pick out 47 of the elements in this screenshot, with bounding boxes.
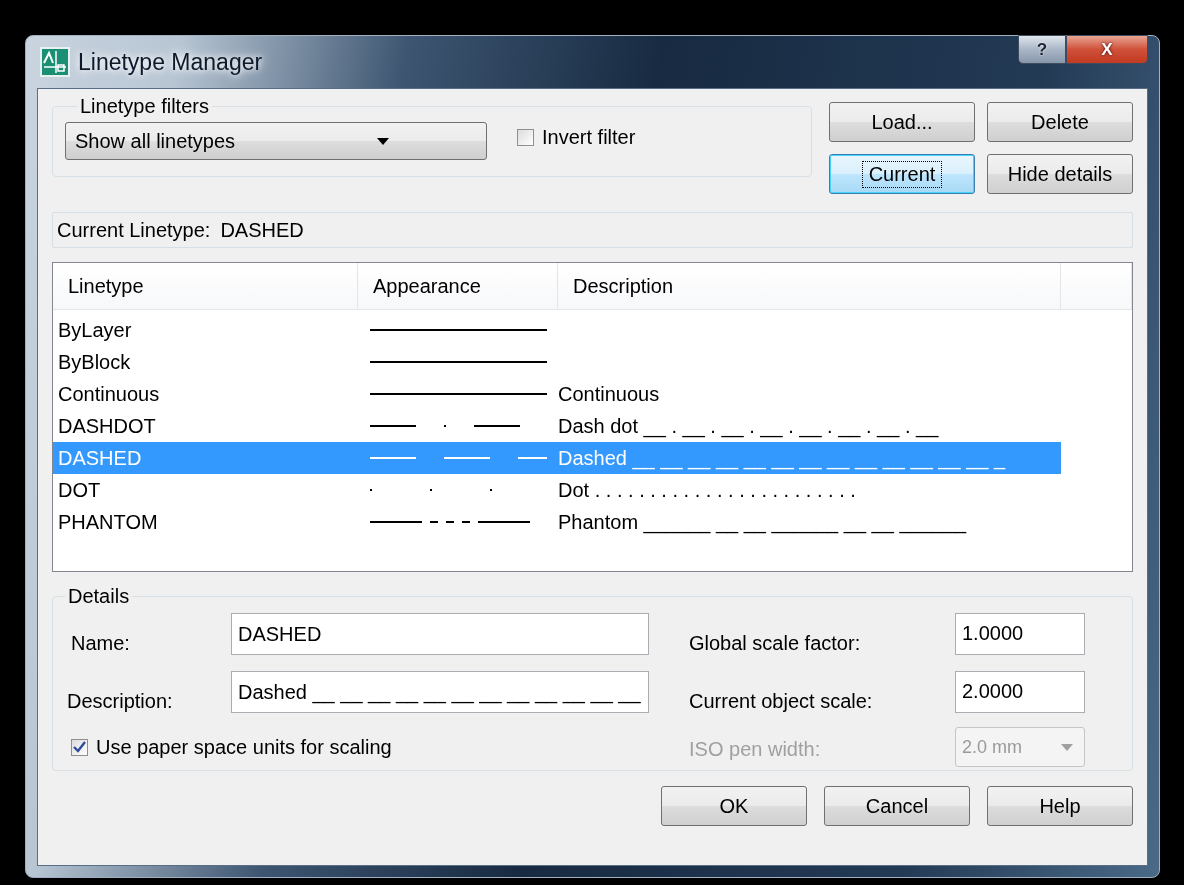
linetype-description: Dashed __ __ __ __ __ __ __ __ __ __ __ __ __ _ (558, 446, 1007, 470)
linetype-name: DASHDOT (57, 414, 157, 438)
column-header[interactable]: Appearance (358, 263, 558, 309)
linetype-description: Dot . . . . . . . . . . . . . . . . . . . . . . . . (558, 478, 857, 502)
linetype-name: PHANTOM (57, 510, 159, 534)
name-label: Name: (71, 632, 131, 655)
global-scale-label: Global scale factor: (689, 632, 862, 655)
pen-width-label: ISO pen width: (689, 737, 822, 761)
dialog-button[interactable]: Hide details (987, 154, 1133, 194)
linetype-row[interactable]: ByBlock (53, 346, 1061, 378)
linetype-name: ByLayer (57, 318, 133, 342)
dialog-button[interactable]: Cancel (824, 786, 970, 826)
linetype-row[interactable]: DASHDOT Dash dot __ . __ . __ . __ . __ . __ . __ . __ (53, 410, 1061, 442)
close-button[interactable]: X (1066, 35, 1148, 64)
linetype-description: Continuous (558, 382, 661, 406)
linetype-name: Continuous (57, 382, 161, 406)
description-field[interactable]: Dashed __ __ __ __ __ __ __ __ __ __ __ __ (231, 671, 649, 713)
dialog-button[interactable]: OK (661, 786, 807, 826)
linetype-description: Dash dot __ . __ . __ . __ . __ . __ . __ . __ (558, 414, 940, 438)
linetype-description: Phantom ______ __ __ ______ __ __ ______ (558, 510, 968, 534)
group-label: Linetype filters (79, 95, 210, 118)
checkbox-label: Invert filter (542, 126, 636, 149)
current-linetype-label: Current Linetype: (57, 218, 211, 242)
global-scale-field[interactable]: 1.0000 (955, 612, 1085, 655)
dialog-button[interactable]: Delete (987, 102, 1133, 142)
object-scale-label: Current object scale: (689, 689, 874, 713)
description-label: Description: (67, 689, 174, 713)
linetype-name: DOT (57, 478, 102, 502)
dialog-button[interactable]: Load... (829, 102, 975, 142)
dialog-button[interactable]: Help (987, 786, 1133, 826)
name-field[interactable]: DASHED (231, 612, 649, 655)
dialog-button[interactable]: Current (829, 154, 975, 194)
linetype-row[interactable]: Continuous Continuous (53, 378, 1061, 410)
group-label: Details (67, 585, 131, 608)
linetype-row[interactable]: DOT Dot . . . . . . . . . . . . . . . . . . . . . . . . (53, 474, 1061, 506)
help-button[interactable]: ? (1018, 35, 1066, 64)
window-title: Linetype Manager (78, 48, 263, 76)
linetype-row[interactable]: PHANTOM Phantom ______ __ __ ______ __ __ ______ (53, 506, 1061, 538)
object-scale-field[interactable]: 2.0000 (955, 671, 1085, 713)
linetype-name: DASHED (57, 446, 143, 470)
checkbox-label: Use paper space units for scaling (96, 735, 392, 759)
column-header[interactable]: Description (558, 263, 1061, 309)
column-header[interactable]: Linetype (53, 263, 358, 309)
filter-dropdown[interactable]: Show all linetypes (65, 122, 487, 160)
linetype-row[interactable]: ByLayer (53, 314, 1061, 346)
current-linetype-value: DASHED (220, 218, 304, 242)
linetype-name: ByBlock (57, 350, 132, 374)
